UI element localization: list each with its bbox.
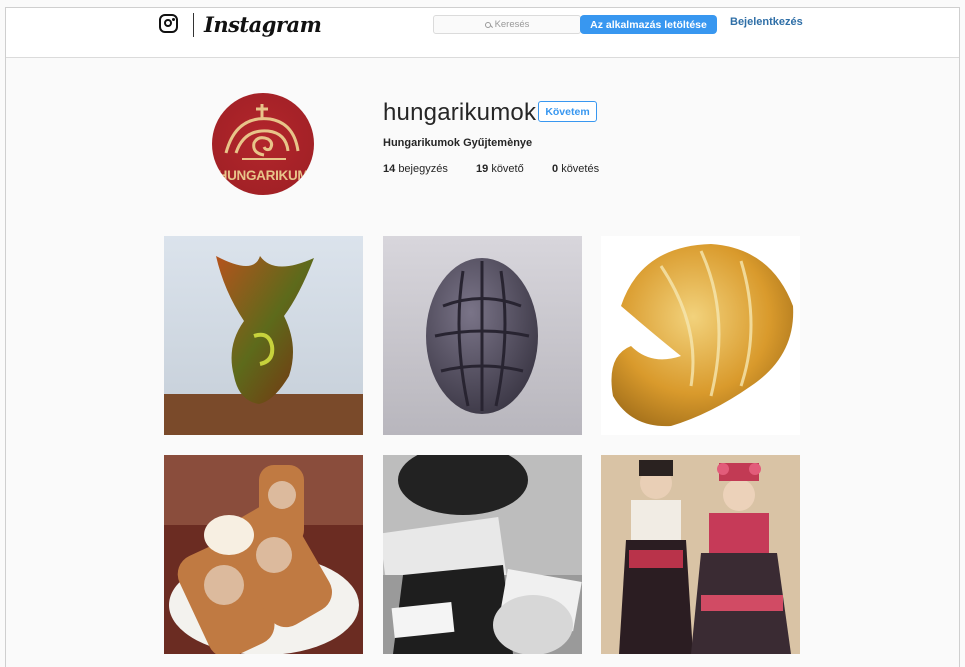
post-thumbnail-vase[interactable] <box>164 236 363 435</box>
posts-stat: 14 bejegyzés <box>383 163 448 175</box>
post-thumbnail-shell-dish[interactable] <box>601 236 800 435</box>
vase-image <box>164 236 363 435</box>
post-thumbnail-egg[interactable] <box>383 236 582 435</box>
search-input[interactable]: Keresés <box>433 15 581 34</box>
followers-label: követő <box>491 163 524 175</box>
chimney-cakes-image <box>164 455 363 654</box>
profile-avatar[interactable]: HUNGARIKUM <box>212 93 314 195</box>
following-label: követés <box>561 163 600 175</box>
posts-count: 14 <box>383 163 396 175</box>
egg-image <box>383 236 582 435</box>
instagram-wordmark[interactable]: Instagram <box>204 12 322 37</box>
logo-divider <box>193 13 194 37</box>
instagram-camera-icon[interactable] <box>159 14 178 33</box>
posts-label: bejegyzés <box>398 163 448 175</box>
following-count: 0 <box>552 163 559 175</box>
camera-lens-icon <box>164 19 172 27</box>
post-thumbnail-chimney-cakes[interactable] <box>164 455 363 654</box>
follow-button[interactable]: Követem <box>538 101 597 122</box>
shell-dish-image <box>601 236 800 435</box>
followers-count: 19 <box>476 163 489 175</box>
search-placeholder: Keresés <box>494 19 530 30</box>
memorabilia-image <box>383 455 582 654</box>
avatar-label: HUNGARIKUM <box>217 168 309 183</box>
followers-stat[interactable]: 19 követő <box>476 163 524 175</box>
download-app-button[interactable]: Az alkalmazás letöltése <box>580 15 717 34</box>
following-stat[interactable]: 0 követés <box>552 163 599 175</box>
post-thumbnail-folk-dolls[interactable] <box>601 455 800 654</box>
post-thumbnail-memorabilia[interactable] <box>383 455 582 654</box>
search-icon <box>484 21 491 28</box>
profile-full-name: Hungarikumok Gyűjtemènye <box>383 137 533 149</box>
login-link[interactable]: Bejelentkezés <box>730 16 803 28</box>
profile-username: hungarikumok <box>383 99 537 126</box>
folk-dolls-image <box>601 455 800 654</box>
camera-flash-icon <box>171 17 175 21</box>
